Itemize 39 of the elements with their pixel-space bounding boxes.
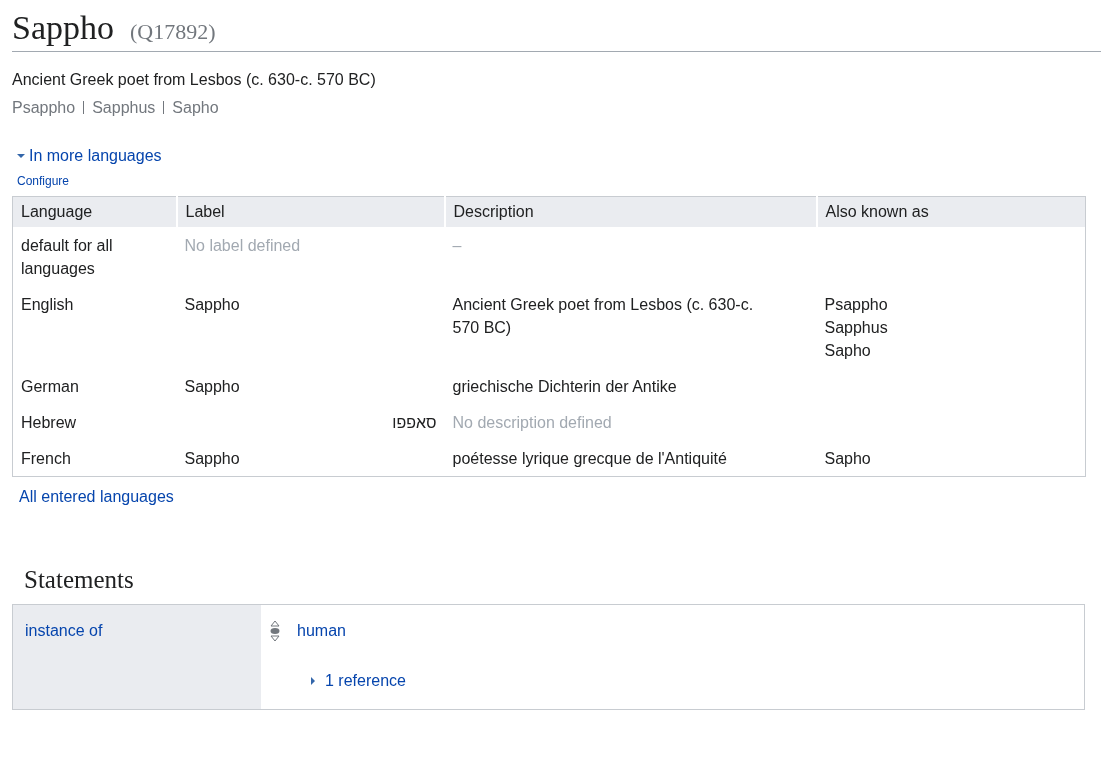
column-header: Label (176, 196, 445, 227)
alias: Sapho (824, 448, 872, 469)
column-header: Also known as (816, 196, 1086, 227)
value-link[interactable]: human (297, 619, 346, 644)
table-cell-text: סאפפו (391, 412, 438, 433)
table-cell: No label defined (176, 226, 445, 286)
separator (83, 100, 85, 114)
alias: Psappho (12, 98, 76, 116)
alias: Psappho (824, 294, 889, 315)
languages-toggle-link[interactable]: In more languages (17, 143, 162, 168)
alias: Sapphus (92, 98, 156, 116)
table-cell-text: Sappho (183, 376, 241, 397)
alias: Sapphus (824, 317, 889, 338)
table-cell: poétesse lyrique grecque de l'Antiquité (444, 439, 817, 477)
item-id: (Q17892) (130, 18, 216, 46)
table-cell: English (12, 285, 177, 368)
all-languages-link[interactable]: All entered languages (19, 487, 174, 505)
alias: Sapho (824, 340, 872, 361)
separator (163, 100, 165, 114)
table-cell-text: griechische Dichterin der Antike (451, 376, 678, 397)
section-heading: Statements (24, 564, 135, 595)
table-cell: Hebrew (12, 403, 177, 440)
property-link[interactable]: instance of (25, 622, 103, 640)
table-cell: – (444, 226, 817, 286)
configure-link[interactable]: Configure (17, 173, 70, 188)
table-cell: Sappho (176, 439, 445, 477)
table-cell: French (12, 439, 177, 477)
table-cell-text: Sappho (183, 294, 241, 315)
references-toggle-link[interactable]: 1 reference (309, 669, 406, 694)
page-title: Sappho (12, 8, 114, 48)
alias: Sapho (172, 98, 219, 116)
table-cell: default for all languages (12, 226, 177, 286)
column-header: Description (444, 196, 817, 227)
column-header: Language (12, 196, 177, 227)
table-cell-text: Ancient Greek poet from Lesbos (c. 630-c. 570 BC) (451, 294, 755, 338)
item-description: Ancient Greek poet from Lesbos (c. 630-c. 570 BC) (12, 69, 377, 90)
rank-selector-icon[interactable] (269, 619, 281, 644)
table-cell: German (12, 367, 177, 404)
table-cell-text: No description defined (451, 412, 613, 433)
